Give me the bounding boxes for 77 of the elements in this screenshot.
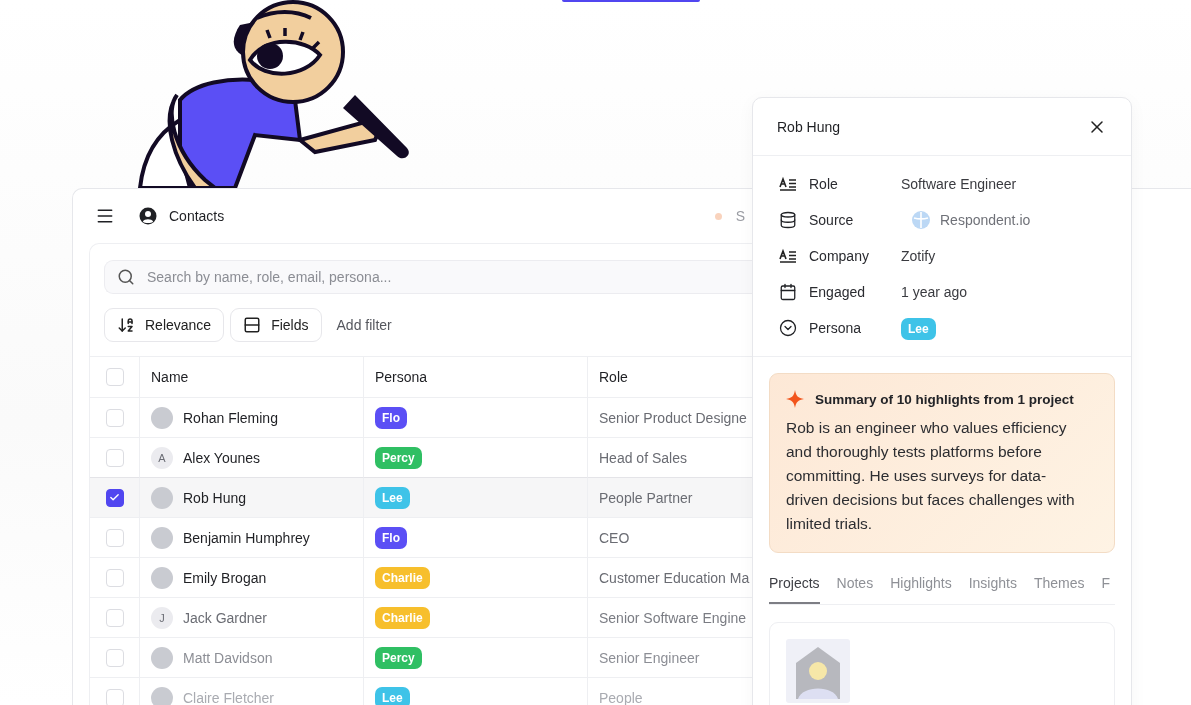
persona-tag: Flo <box>375 526 407 549</box>
contact-name: Rob Hung <box>183 489 247 506</box>
initial-avatar: J <box>151 606 173 629</box>
role-text: People Partner <box>599 489 693 506</box>
calendar-icon <box>779 283 797 301</box>
avatar-placeholder <box>151 646 173 669</box>
text-format-icon <box>779 176 797 192</box>
role-text: Senior Product Designe <box>599 409 747 426</box>
role-text: Customer Education Ma <box>599 569 750 586</box>
initial-avatar: A <box>151 446 173 469</box>
user-circle-icon <box>139 207 157 225</box>
tab[interactable]: Projects <box>769 575 820 604</box>
panel-title: Rob Hung <box>777 118 841 135</box>
persona-tag: Charlie <box>375 566 430 589</box>
role-text: Senior Engineer <box>599 649 700 666</box>
persona-tag: Charlie <box>375 606 430 629</box>
avatar-placeholder <box>151 486 173 509</box>
page-title: Contacts <box>169 208 225 224</box>
column-header: Name <box>151 369 189 385</box>
contact-name: Matt Davidson <box>183 649 273 666</box>
contact-name: Claire Fletcher <box>183 689 275 705</box>
contact-name: Alex Younes <box>183 449 261 466</box>
search-field[interactable]: Search by name, role, email, persona... <box>104 260 754 294</box>
row-checkbox[interactable] <box>105 488 124 507</box>
text-format-icon <box>779 248 797 264</box>
tab[interactable]: Insights <box>968 575 1017 604</box>
sort-button[interactable]: Relevance <box>104 308 225 342</box>
field-label: Engaged <box>809 284 867 300</box>
field-value: Respondent.io <box>940 212 1031 228</box>
check-icon <box>109 492 120 503</box>
search-icon <box>117 268 135 286</box>
source-logo-icon <box>911 210 931 230</box>
tab[interactable]: F <box>1101 575 1111 604</box>
role-text: People <box>599 689 643 705</box>
persona-tag: Percy <box>375 646 422 669</box>
contact-name: Rohan Fleming <box>183 409 278 426</box>
field-label: Company <box>809 248 870 264</box>
status-dot <box>714 212 722 220</box>
summary-title: Summary of 10 highlights from 1 project <box>815 391 1074 407</box>
sparkle-icon <box>786 390 804 408</box>
sort-icon <box>117 316 135 334</box>
field-value: Software Engineer <box>901 176 1018 192</box>
tab[interactable]: Notes <box>836 575 874 604</box>
field-label: Role <box>809 176 839 192</box>
field-label: Source <box>809 212 855 228</box>
persona-tag: Percy <box>375 446 422 469</box>
tab[interactable]: Themes <box>1033 575 1085 604</box>
chevron-circle-icon <box>779 319 797 337</box>
avatar-placeholder <box>151 686 173 705</box>
persona-tag: Lee <box>901 318 936 340</box>
contact-name: Emily Brogan <box>183 569 267 586</box>
avatar-placeholder <box>151 406 173 429</box>
persona-tag: Lee <box>375 686 410 705</box>
fields-icon <box>243 316 262 334</box>
role-text: CEO <box>599 529 630 546</box>
field-value: Zotify <box>901 248 937 264</box>
summary-text: Rob is an engineer who values efficiency and thoroughly tests platforms before committing. He uses surveys for data-driven decisions but faces challenges with limited trials. <box>786 418 1076 534</box>
avatar-placeholder <box>151 566 173 589</box>
persona-tag: Lee <box>375 486 410 509</box>
contact-name: Benjamin Humphrey <box>183 529 310 546</box>
menu-icon[interactable] <box>95 206 115 226</box>
search-input[interactable]: Search by name, role, email, persona... <box>145 268 754 286</box>
tab[interactable]: Highlights <box>890 575 952 604</box>
role-text: Head of Sales <box>599 449 687 466</box>
role-text: Senior Software Engine <box>599 609 747 626</box>
status-text: S <box>735 208 745 224</box>
database-icon <box>779 211 797 229</box>
contact-name: Jack Gardner <box>183 609 268 626</box>
column-header: Role <box>599 369 628 385</box>
select-all-checkbox[interactable] <box>105 368 124 386</box>
field-label: Persona <box>809 320 863 336</box>
fields-button[interactable]: Fields <box>230 308 322 342</box>
avatar-placeholder <box>151 526 173 549</box>
column-header: Persona <box>375 369 428 385</box>
field-value: 1 year ago <box>901 284 969 300</box>
persona-tag: Flo <box>375 406 407 429</box>
add-filter-button[interactable]: Add filter <box>327 317 401 333</box>
